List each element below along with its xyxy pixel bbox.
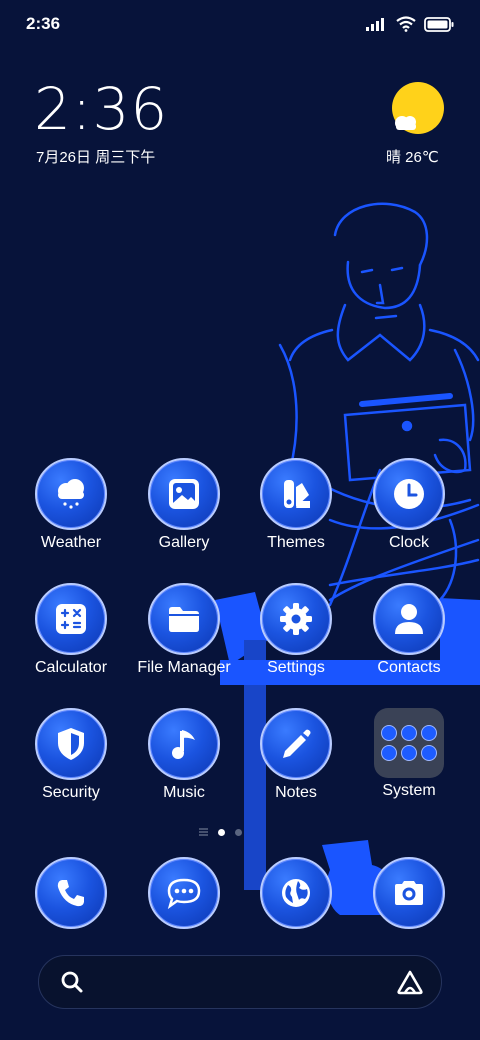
app-label: Themes [267,534,325,551]
mini-app-icon [401,745,417,761]
palette-icon [284,480,310,508]
app-label: File Manager [137,659,231,676]
page-dot [235,828,242,836]
calculator-app-icon[interactable] [35,583,107,655]
clock-widget-time[interactable]: 2:36 [34,78,168,140]
battery-icon [424,16,454,32]
settings-app-icon[interactable] [260,583,332,655]
themes-app-icon[interactable] [260,458,332,530]
mini-app-icon [381,725,397,741]
dock-camera[interactable] [353,857,465,929]
app-label: Security [42,784,100,801]
assistant-icon[interactable] [396,969,424,995]
search-icon[interactable] [60,970,84,994]
shield-icon [58,728,84,760]
app-security[interactable]: Security [15,708,127,802]
message-icon [167,878,201,909]
app-file-manager[interactable]: File Manager [128,583,240,677]
search-bar[interactable] [38,955,442,1009]
folder-grid-icon[interactable] [374,708,444,778]
globe-icon [282,879,310,907]
app-label: Clock [388,534,429,551]
camera-icon [395,881,423,905]
cloud-icon [395,116,416,130]
mini-app-icon [401,725,417,741]
mini-app-icon [421,745,437,761]
status-icons [366,14,454,34]
dock-messages[interactable] [128,857,240,929]
phone-app-icon[interactable] [35,857,107,929]
clock-app-icon[interactable] [373,458,445,530]
dock-phone[interactable] [15,857,127,929]
dock-browser[interactable] [240,857,352,929]
app-system-folder[interactable]: System [353,708,465,800]
signal-icon [366,18,384,31]
app-notes[interactable]: Notes [240,708,352,802]
gallery-app-icon[interactable] [148,458,220,530]
app-gallery[interactable]: Gallery [128,458,240,552]
page-dot-active [218,828,225,836]
gear-icon [280,603,312,635]
app-weather[interactable]: Weather [15,458,127,552]
app-clock[interactable]: Clock [353,458,465,552]
cloud-snow-icon [58,479,84,509]
image-icon [169,479,199,509]
folder-icon [169,607,199,632]
notes-app-icon[interactable] [260,708,332,780]
app-label: Contacts [377,659,441,676]
page-indicator[interactable] [199,828,242,836]
app-calculator[interactable]: Calculator [15,583,127,677]
app-contacts[interactable]: Contacts [353,583,465,677]
contacts-app-icon[interactable] [373,583,445,655]
clock-icon [394,479,424,509]
security-app-icon[interactable] [35,708,107,780]
mini-app-icon [381,745,397,761]
menu-lines-icon [199,828,208,836]
calculator-icon [56,604,86,634]
status-time: 2:36 [26,14,61,33]
app-label: Settings [267,659,325,676]
weather-app-icon[interactable] [35,458,107,530]
mini-app-icon [421,725,437,741]
weather-widget-text: 晴 26℃ [386,149,439,166]
app-label: Weather [40,534,102,551]
app-label: Gallery [158,534,210,551]
wifi-icon [396,16,416,32]
person-icon [395,604,423,634]
messages-app-icon[interactable] [148,857,220,929]
camera-app-icon[interactable] [373,857,445,929]
browser-app-icon[interactable] [260,857,332,929]
app-label: System [382,782,436,799]
pencil-icon [283,729,311,758]
music-note-icon [172,730,195,759]
music-app-icon[interactable] [148,708,220,780]
app-music[interactable]: Music [128,708,240,802]
app-themes[interactable]: Themes [240,458,352,552]
app-label: Calculator [34,659,108,676]
app-label: Music [163,784,205,801]
app-label: Notes [275,784,317,801]
file-manager-app-icon[interactable] [148,583,220,655]
app-settings[interactable]: Settings [240,583,352,677]
clock-widget-date: 7月26日 周三下午 [36,149,156,166]
phone-icon [57,880,84,907]
